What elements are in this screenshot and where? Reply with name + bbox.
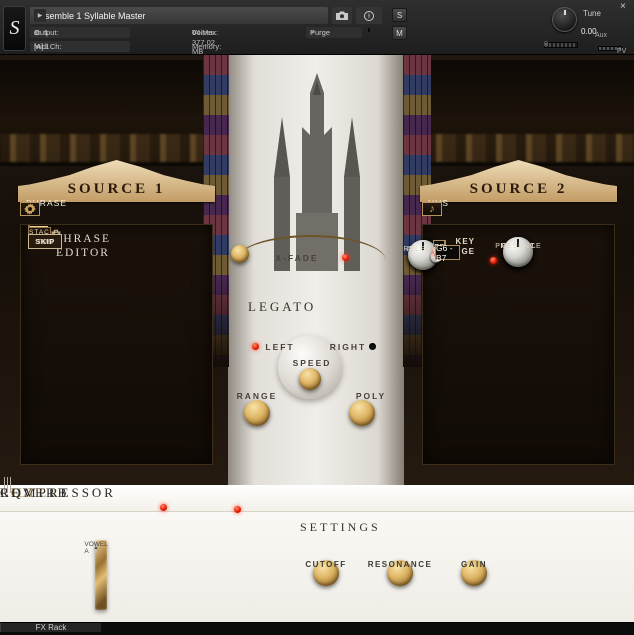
info-caret-icon: ▾	[368, 13, 371, 19]
poly-label: POLY	[349, 391, 393, 401]
solo-button[interactable]: S	[392, 8, 407, 22]
max-value: 64	[192, 28, 200, 37]
source2-arch-header: SOURCE 2	[420, 160, 617, 202]
fx-rack: EQ FILTER COMPRESSOR REVERB SETTINGS VOW…	[0, 485, 634, 622]
source1-settings-button[interactable]	[20, 202, 40, 216]
ornate-stone-right	[426, 60, 634, 166]
info-button[interactable]: i ▾	[356, 7, 382, 24]
kontakt-window: S Ensemble 1 Syllable Master ◀ ▶ i ▾ S M…	[0, 0, 634, 635]
aux-tab[interactable]: Aux	[595, 32, 607, 39]
vowel-select-value: VOWEL A	[84, 541, 107, 555]
chevron-down-icon: ▼	[310, 30, 315, 36]
meter-right-label: R	[544, 42, 548, 48]
source2-body: SWELL ATTACK RELEASE REL VOL	[422, 224, 615, 465]
legato-left-label: LEFT	[263, 342, 297, 352]
instrument-title-bar[interactable]: Ensemble 1 Syllable Master ◀ ▶	[30, 7, 328, 24]
instrument-title: Ensemble 1 Syllable Master	[34, 11, 146, 21]
filter-enable-led[interactable]	[160, 504, 167, 511]
output-select[interactable]: ≡ Output: st. 1 ▼	[30, 27, 130, 38]
purge-menu[interactable]: Purge ▼	[306, 27, 362, 38]
ornate-stone-left	[0, 60, 208, 166]
snapshot-camera-button[interactable]	[332, 7, 352, 24]
chevron-down-icon: ▼	[34, 44, 39, 50]
legato-left-led[interactable]	[252, 343, 259, 350]
tab-reverb[interactable]: REVERB	[0, 485, 69, 501]
kontakt-header: S Ensemble 1 Syllable Master ◀ ▶ i ▾ S M…	[0, 0, 634, 55]
keyswitch-section: KSW G6 - B7	[423, 247, 460, 258]
source1-arch-header: SOURCE 1	[18, 160, 215, 202]
poly-knob[interactable]	[349, 400, 375, 426]
ksw-range-value[interactable]: G6 - B7	[435, 245, 460, 260]
memory-value: 377.02 MB	[192, 38, 215, 56]
presence-label: PRESENCE	[495, 243, 542, 250]
bottom-tab-bar: Performance FX Rack	[0, 622, 634, 635]
next-instrument-button[interactable]: ▶	[34, 9, 46, 22]
legato-title: LEGATO	[248, 299, 316, 315]
range-knob[interactable]	[244, 400, 270, 426]
chevron-down-icon: ▼	[34, 30, 39, 36]
source1-panel: SOURCE 1 PHRASE ▼ PHRASE EDITOR ← ↻	[18, 160, 215, 465]
tab-fx-rack[interactable]: FX Rack	[1, 623, 101, 632]
close-icon[interactable]: ×	[620, 1, 626, 12]
source1-body: PHRASE EDITOR ← ↻ 1CRESTAC 2DOSTAC 3KYST…	[20, 224, 213, 465]
source1-title: SOURCE 1	[18, 181, 215, 198]
xfade-knob[interactable]	[231, 245, 249, 263]
resonance-label: RESONANCE	[368, 560, 433, 569]
fx-tab-bar: EQ FILTER COMPRESSOR REVERB	[0, 485, 634, 512]
pv-tab[interactable]: PV	[617, 48, 626, 55]
cutoff-label: CUTOFF	[305, 560, 346, 569]
level-meter-bar	[544, 42, 578, 48]
source2-panel: SOURCE 2 NUS ▼ ♪ SWELL	[420, 160, 617, 465]
instrument-panel: X-FADE LEGATO LEFT RIGHT SPEED RANGE POL…	[0, 55, 634, 485]
vowel-select[interactable]: ▲ VOWEL A	[95, 543, 97, 553]
settings-title: SETTINGS	[300, 520, 381, 535]
xfade-led[interactable]	[342, 254, 349, 261]
source2-note-button[interactable]: ♪	[422, 202, 442, 216]
camera-icon	[336, 11, 348, 20]
rel-vol-led[interactable]	[490, 257, 497, 264]
mute-button[interactable]: M	[392, 26, 407, 40]
presence-knob[interactable]	[503, 237, 533, 267]
midi-channel-select[interactable]: Midi Ch: [A] 1 ▼	[30, 41, 130, 52]
max-label: Max:	[202, 28, 218, 37]
tune-knob[interactable]	[552, 7, 577, 32]
legato-right-led[interactable]	[369, 343, 376, 350]
legato-right-label: RIGHT	[328, 342, 368, 352]
gain-label: GAIN	[461, 560, 487, 569]
note-icon: ♪	[429, 203, 435, 215]
tune-label: Tune	[583, 9, 601, 18]
syllable-button-skip[interactable]: SKIP	[28, 234, 62, 249]
xfade-label: X-FADE	[264, 253, 330, 263]
brand-logo[interactable]: S	[3, 6, 26, 51]
source2-title: SOURCE 2	[420, 181, 617, 198]
filter-active-led[interactable]	[234, 506, 241, 513]
speed-knob[interactable]	[299, 368, 321, 390]
brand-letter: S	[10, 17, 20, 40]
gear-icon	[24, 203, 36, 215]
speed-label: SPEED	[288, 358, 336, 368]
